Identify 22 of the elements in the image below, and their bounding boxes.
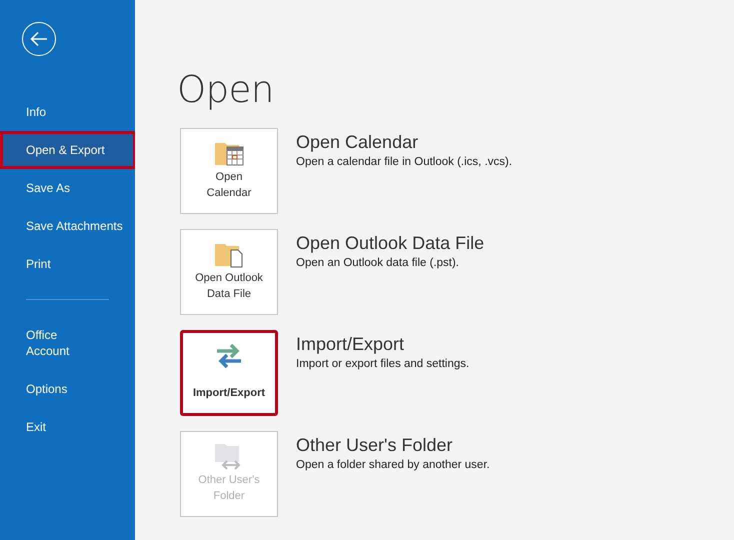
sidebar-item[interactable]: Options xyxy=(0,370,135,408)
option-title: Open Calendar xyxy=(296,131,420,154)
sidebar-item[interactable]: Save Attachments xyxy=(0,207,135,245)
option-title: Open Outlook Data File xyxy=(296,232,484,255)
option-tile[interactable]: Open Calendar xyxy=(180,128,278,214)
back-button[interactable] xyxy=(22,22,56,56)
sidebar-item[interactable]: Office Account xyxy=(0,316,135,370)
sidebar-item[interactable]: Info xyxy=(0,93,135,131)
option-description: Import or export files and settings. xyxy=(296,358,470,370)
option-title: Other User's Folder xyxy=(296,434,454,457)
option-tile[interactable]: Import/Export xyxy=(180,330,278,416)
option-description: Open an Outlook data file (.pst). xyxy=(296,257,460,269)
back-arrow-icon xyxy=(30,31,48,47)
page-title: Open xyxy=(177,68,275,112)
sidebar-item[interactable]: Save As xyxy=(0,169,135,207)
option-description: Open a folder shared by another user. xyxy=(296,459,490,471)
sidebar-item[interactable]: Open & Export xyxy=(0,131,136,169)
option-tile[interactable]: Open Outlook Data File xyxy=(180,229,278,315)
sidebar-item[interactable]: Exit xyxy=(0,408,135,446)
option-title: Import/Export xyxy=(296,333,406,356)
option-description: Open a calendar file in Outlook (.ics, .vcs). xyxy=(296,156,512,168)
sidebar-item[interactable]: Print xyxy=(0,245,135,283)
